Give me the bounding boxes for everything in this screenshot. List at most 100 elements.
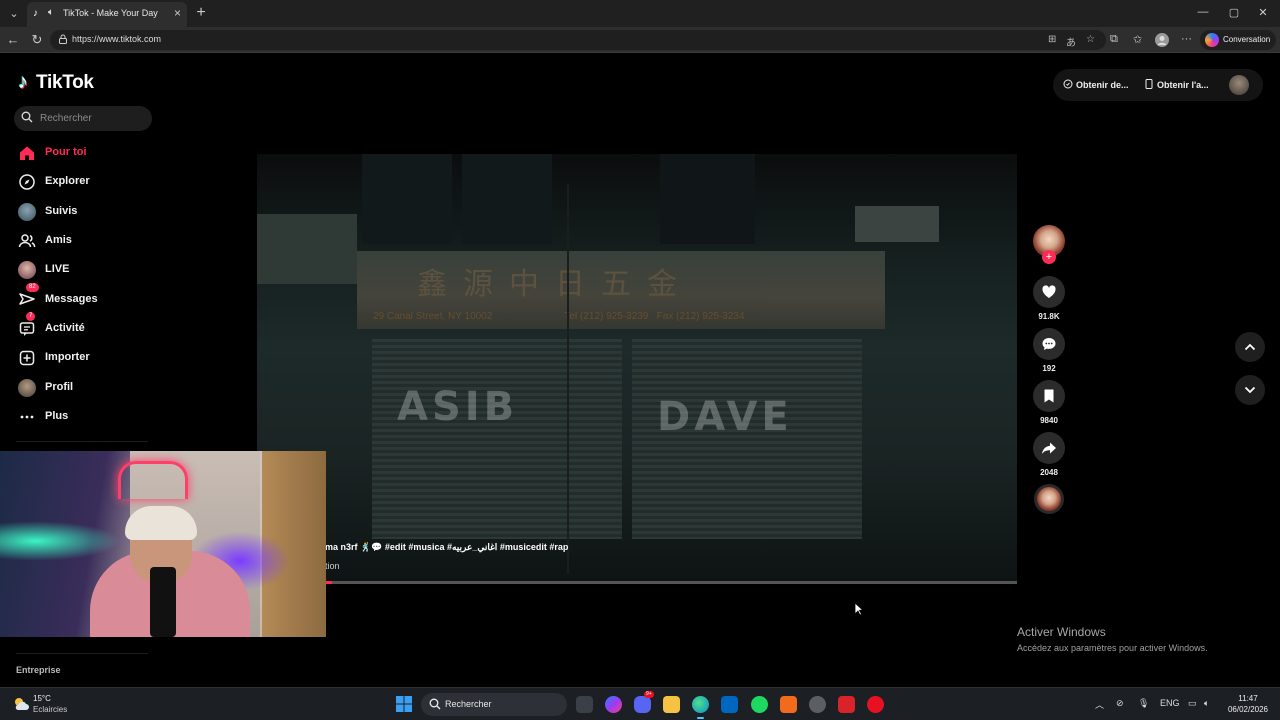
entreprise-link[interactable]: Entreprise	[16, 665, 61, 675]
translate-icon[interactable]: あ	[1066, 34, 1076, 49]
network-disabled-icon[interactable]: ⊘	[1116, 698, 1124, 709]
nav-item-amis[interactable]: Amis	[16, 229, 166, 253]
profile-avatar[interactable]	[1155, 33, 1169, 50]
language-indicator[interactable]: ENG	[1160, 698, 1180, 708]
microphone-icon[interactable]: 🎙︎	[1138, 698, 1149, 709]
close-window-button[interactable]: ✕	[1253, 6, 1273, 19]
nav-item-activite[interactable]: 7 Activité	[16, 312, 166, 341]
nav-item-pour-toi[interactable]: Pour toi	[16, 141, 166, 165]
app-red-icon[interactable]	[838, 696, 855, 713]
nav-item-plus[interactable]: Plus	[16, 405, 166, 429]
inbox-icon	[19, 322, 35, 336]
nav-label: Importer	[45, 351, 90, 363]
webcam-overlay	[0, 451, 326, 637]
video-frame-building	[462, 154, 552, 244]
nav-item-live[interactable]: LIVE	[16, 258, 166, 282]
sidebar-divider	[16, 653, 148, 654]
nav-label: Pour toi	[45, 146, 87, 158]
mouse-cursor-icon	[854, 602, 864, 616]
task-view-icon[interactable]	[576, 696, 593, 713]
clock-date: 06/02/2026	[1227, 705, 1269, 714]
get-app-button[interactable]: Obtenir l'a...	[1145, 79, 1209, 90]
coin-icon	[1063, 79, 1073, 89]
music-disc-avatar[interactable]	[1034, 484, 1064, 514]
app-available-icon[interactable]: ⊞	[1048, 34, 1056, 45]
nav-item-messages[interactable]: 82 Messages	[16, 283, 166, 312]
windows-activation-watermark: Activer Windows Accédez aux paramètres p…	[1017, 625, 1208, 653]
discord-app-icon[interactable]: 9+	[634, 691, 654, 713]
windows-start-icon[interactable]	[396, 696, 412, 712]
heart-icon	[1042, 285, 1056, 298]
plus-square-icon	[19, 350, 35, 366]
comment-count: 192	[1042, 364, 1056, 373]
address-bar[interactable]: https://www.tiktok.com ⊞ あ ☆	[50, 30, 1106, 50]
extensions-icon[interactable]: ⧉	[1110, 33, 1118, 46]
back-button[interactable]: ←	[5, 32, 21, 47]
taskbar-search[interactable]: Rechercher	[421, 693, 567, 716]
share-button[interactable]	[1033, 432, 1065, 464]
show-hidden-icons-icon[interactable]: ︿	[1095, 698, 1104, 711]
like-button[interactable]	[1033, 276, 1065, 308]
chevron-up-icon	[1244, 343, 1256, 351]
address-toolbar: ← ↻ https://www.tiktok.com ⊞ あ ☆ ⧉ ✩ ···…	[0, 27, 1280, 53]
spotify-app-icon[interactable]	[751, 696, 768, 713]
tab-actions-chevron-icon[interactable]: ⌄	[4, 4, 24, 24]
display-icon[interactable]: ▭	[1188, 698, 1197, 709]
new-tab-button[interactable]: +	[193, 4, 209, 22]
copilot-icon	[1205, 33, 1219, 47]
site-info-icon[interactable]	[58, 34, 68, 45]
minimize-button[interactable]: —	[1193, 6, 1213, 18]
nav-item-profil[interactable]: Profil	[16, 376, 166, 400]
more-menu-icon[interactable]: ···	[1181, 33, 1192, 45]
video-frame-sign	[855, 206, 939, 242]
copilot-conversation-button[interactable]: Conversation	[1200, 30, 1276, 50]
previous-video-button[interactable]	[1235, 332, 1265, 362]
nav-label: Profil	[45, 381, 74, 393]
comment-icon	[1042, 338, 1056, 350]
weather-condition: Eclaircies	[33, 705, 68, 714]
url-text[interactable]: https://www.tiktok.com	[72, 34, 161, 44]
close-tab-icon[interactable]: ×	[174, 6, 181, 20]
obs-app-icon[interactable]	[809, 696, 826, 713]
next-video-button[interactable]	[1235, 375, 1265, 405]
nav-item-suivis[interactable]: Suivis	[16, 200, 166, 224]
search-input[interactable]: Rechercher	[14, 106, 152, 131]
comment-button[interactable]	[1033, 328, 1065, 360]
ableton-app-icon[interactable]	[780, 696, 797, 713]
video-subcaption[interactable]: tion	[325, 561, 340, 571]
webcam-person-hat	[125, 506, 197, 540]
following-avatar	[18, 203, 36, 221]
volume-icon[interactable]: 🔈︎	[1204, 698, 1209, 709]
share-arrow-icon	[1042, 442, 1056, 454]
nav-item-importer[interactable]: Importer	[16, 346, 166, 370]
tab-title: TikTok - Make Your Day	[63, 8, 158, 18]
maximize-button[interactable]: ▢	[1224, 6, 1244, 19]
store-app-icon[interactable]	[721, 696, 738, 713]
copilot-app-icon[interactable]	[605, 696, 622, 713]
messages-badge: 82	[26, 283, 39, 292]
app-red-circle-icon[interactable]	[867, 696, 884, 713]
taskbar-clock[interactable]: 11:47 06/02/2026	[1226, 693, 1270, 715]
taskbar-search-placeholder: Rechercher	[445, 699, 492, 709]
favorite-star-icon[interactable]: ☆	[1086, 34, 1095, 45]
nav-item-explorer[interactable]: Explorer	[16, 170, 166, 194]
video-progress-bar[interactable]	[325, 581, 1017, 584]
user-avatar[interactable]	[1229, 75, 1249, 95]
video-frame-shutter	[372, 339, 622, 539]
get-coins-button[interactable]: Obtenir de...	[1063, 79, 1129, 90]
speaker-icon[interactable]: 🔈︎	[48, 7, 54, 18]
edge-browser-icon[interactable]	[692, 696, 709, 719]
follow-plus-icon[interactable]: +	[1042, 250, 1056, 264]
video-player[interactable]: 鑫源中日五金 29 Canal Street, NY 10002 Tel (21…	[257, 154, 1017, 584]
video-frame-graffiti: ASIB	[397, 384, 519, 430]
video-frame-graffiti: DAVE	[657, 394, 793, 440]
browser-tab[interactable]: ♪ 🔈︎ TikTok - Make Your Day ×	[27, 2, 187, 27]
nav-label: Activité	[45, 322, 85, 334]
save-button[interactable]	[1033, 380, 1065, 412]
refresh-button[interactable]: ↻	[29, 32, 45, 48]
search-icon	[21, 111, 33, 123]
favorites-icon[interactable]: ✩	[1133, 33, 1142, 46]
copilot-label: Conversation	[1223, 35, 1271, 44]
home-icon	[20, 146, 34, 160]
file-explorer-icon[interactable]	[663, 696, 680, 713]
